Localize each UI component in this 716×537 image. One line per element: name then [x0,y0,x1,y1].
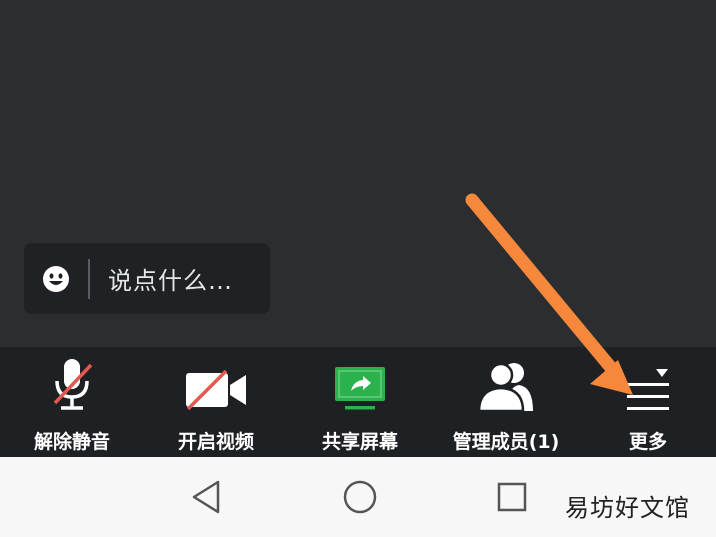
chat-divider [88,258,90,299]
share-screen-button[interactable]: 共享屏幕 [312,347,408,457]
microphone-muted-icon [53,359,93,410]
more-menu-icon [627,369,669,410]
emoji-button[interactable] [24,243,88,314]
nav-back-button[interactable] [182,473,230,521]
manage-members-label: 管理成员(1) [452,431,560,453]
nav-recents-button[interactable] [488,473,536,521]
smiley-icon [43,265,69,292]
more-label: 更多 [628,431,667,453]
watermark: 易坊好文馆 [565,494,690,522]
back-icon [192,480,220,514]
recents-icon [497,482,527,512]
chat-placeholder[interactable]: 说点什么… [108,261,233,296]
share-screen-label: 共享屏幕 [321,431,398,453]
start-video-button[interactable]: 开启视频 [168,347,264,457]
meeting-toolbar: 解除静音 开启视频 共享屏幕 管理成员(1) 更多 [0,347,716,457]
manage-members-button[interactable]: 管理成员(1) [448,347,564,457]
share-screen-icon [335,367,385,410]
nav-home-button[interactable] [336,473,384,521]
more-button[interactable]: 更多 [600,347,696,457]
home-icon [343,480,377,514]
start-video-label: 开启视频 [177,431,254,453]
unmute-label: 解除静音 [33,431,110,453]
members-icon [477,362,533,413]
chat-input-box[interactable]: 说点什么… [24,243,270,314]
video-off-icon [186,369,246,411]
unmute-button[interactable]: 解除静音 [24,347,120,457]
